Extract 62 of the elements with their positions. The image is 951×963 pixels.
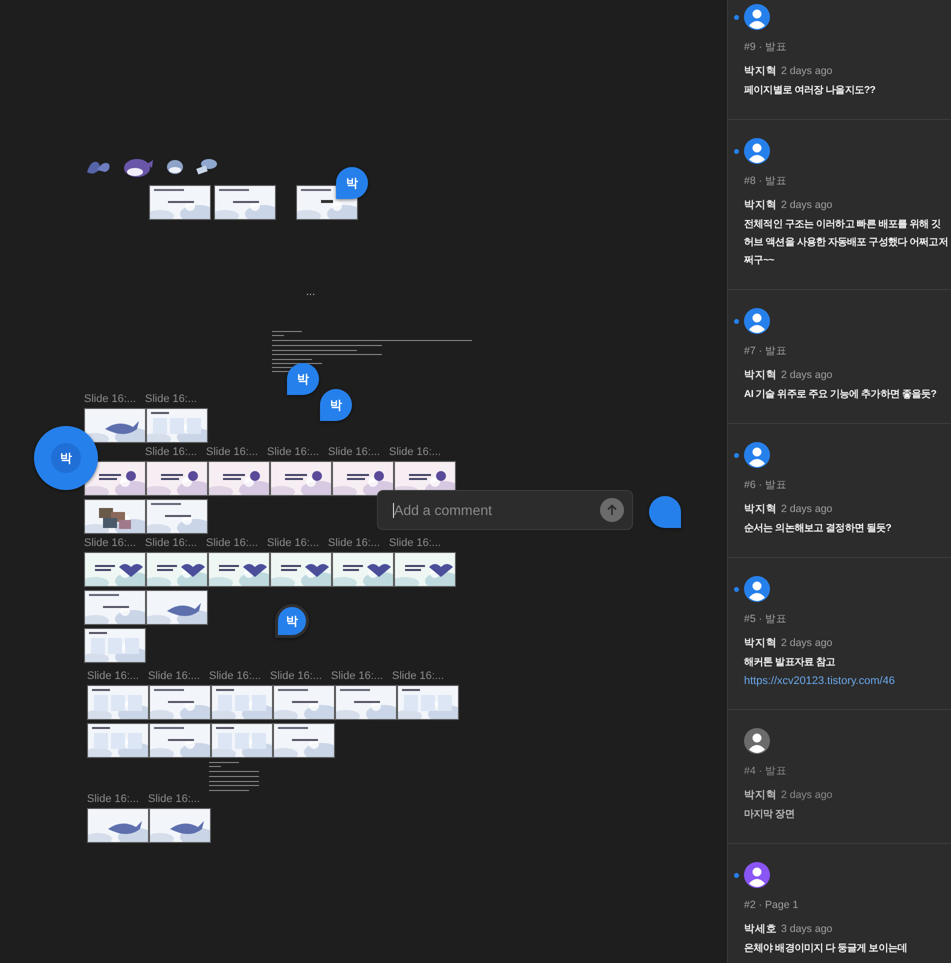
comment-author: 박지혁 — [744, 65, 777, 78]
comment-time: 2 days ago — [781, 65, 832, 78]
frame-label: Slide 16:... — [206, 537, 259, 550]
comment-time: 2 days ago — [781, 789, 832, 802]
comment-author: 박지혁 — [744, 637, 777, 650]
frame-label: Slide 16:... — [145, 537, 198, 550]
comment-text: 마지막 장면 — [744, 808, 796, 822]
frame-label: Slide 16:... — [148, 793, 201, 806]
comment-location: #8 · 발표 — [744, 175, 788, 188]
frame-label: Slide 16:... — [84, 393, 137, 406]
comment-location: #7 · 발표 — [744, 345, 788, 358]
comment-time: 2 days ago — [781, 503, 832, 516]
comment-text: 해커톤 발표자료 참고 — [744, 656, 836, 670]
comment-author: 박세호 — [744, 923, 777, 936]
frame-label: Slide 16:... — [84, 537, 137, 550]
arrow-up-icon — [606, 504, 618, 516]
comment-time: 3 days ago — [781, 923, 832, 936]
comment-pin[interactable]: 박 — [287, 363, 319, 395]
frame-label: Slide 16:... — [270, 670, 323, 683]
comment-text: 전체적인 구조는 이러하고 빠른 배포를 위해 깃허브 액션을 사용한 자동배포 구성했다 어쩌고저쩌구~~ — [744, 218, 949, 268]
frame-label: Slide 16:... — [331, 670, 384, 683]
comment-time: 2 days ago — [781, 199, 832, 212]
frame-label: Slide 16:... — [267, 537, 320, 550]
frame-label: Slide 16:... — [328, 537, 381, 550]
send-button[interactable] — [600, 498, 624, 522]
frame-label: Slide 16:... — [389, 537, 442, 550]
text-block-drawing — [209, 762, 259, 792]
comment-time: 2 days ago — [781, 637, 832, 650]
ellipsis-text: ... — [306, 286, 316, 298]
comment-time: 2 days ago — [781, 369, 832, 382]
comment-text: 순서는 의논해보고 결정하면 될듯? — [744, 522, 892, 536]
comment-location: #2 · Page 1 — [744, 899, 800, 912]
frame-label: Slide 16:... — [206, 446, 259, 459]
comment-location: #9 · 발표 — [744, 41, 788, 54]
frame-label: Slide 16:... — [87, 793, 140, 806]
comment-field[interactable]: Add a comment — [394, 502, 600, 518]
comment-link[interactable]: https://xcv20123.tistory.com/46 — [744, 672, 951, 690]
comment-pin[interactable]: 박 — [275, 604, 309, 638]
comment-pin[interactable]: 박 — [320, 389, 352, 421]
frame-label: Slide 16:... — [267, 446, 320, 459]
comment-author: 박지혁 — [744, 789, 777, 802]
frame-label: Slide 16:... — [148, 670, 201, 683]
frame-label: Slide 16:... — [145, 393, 198, 406]
frame-label: Slide 16:... — [145, 446, 198, 459]
frame-label: Slide 16:... — [209, 670, 262, 683]
frame-label: Slide 16:... — [392, 670, 445, 683]
comment-location: #5 · 발표 — [744, 613, 788, 626]
comment-author: 박지혁 — [744, 503, 777, 516]
comment-pin[interactable]: 박 — [34, 426, 98, 490]
frame-label: Slide 16:... — [87, 670, 140, 683]
comment-pin[interactable]: 박 — [336, 167, 368, 199]
comment-author: 박지혁 — [744, 369, 777, 382]
comment-text: 페이지별로 여러장 나올지도?? — [744, 84, 876, 98]
frame-label: Slide 16:... — [328, 446, 381, 459]
comment-location: #4 · 발표 — [744, 765, 788, 778]
comment-input[interactable]: Add a comment — [377, 490, 633, 530]
comment-location: #6 · 발표 — [744, 479, 788, 492]
comment-author: 박지혁 — [744, 199, 777, 212]
comment-pin[interactable] — [649, 496, 681, 528]
frame-label: Slide 16:... — [389, 446, 442, 459]
comment-text: 은체야 배경이미지 다 둥글게 보이는데 — [744, 942, 908, 956]
comment-text: AI 기술 위주로 주요 기능에 추가하면 좋을듯? — [744, 388, 938, 402]
